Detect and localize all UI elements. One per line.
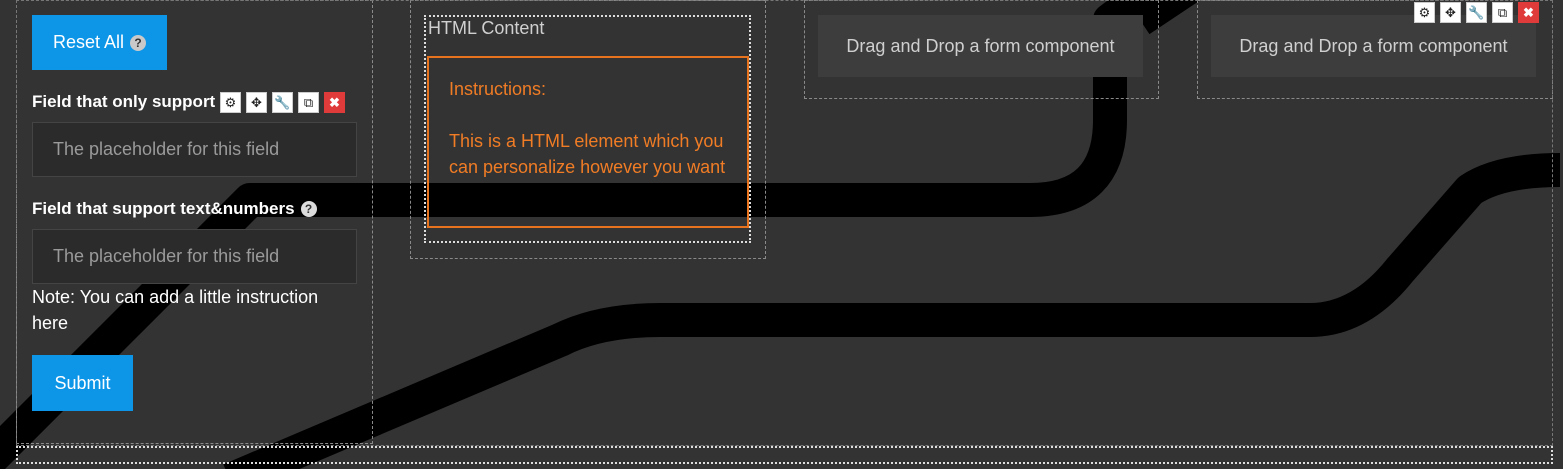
- wrench-icon[interactable]: 🔧: [1466, 2, 1487, 23]
- gear-icon[interactable]: ⚙: [220, 92, 241, 113]
- left-form: Reset All ? Field that only support ⚙ ✥ …: [0, 0, 400, 469]
- question-circle-icon[interactable]: ?: [300, 201, 317, 217]
- field2-label-text: Field that support text&numbers: [32, 199, 295, 218]
- gear-icon[interactable]: ⚙: [1414, 2, 1435, 23]
- reset-all-button[interactable]: Reset All ?: [32, 15, 167, 70]
- close-icon[interactable]: ✖: [324, 92, 345, 113]
- drop-zone-1[interactable]: Drag and Drop a form component: [818, 15, 1143, 77]
- wrench-icon[interactable]: 🔧: [272, 92, 293, 113]
- copy-icon[interactable]: ⧉: [298, 92, 319, 113]
- close-icon[interactable]: ✖: [1518, 2, 1539, 23]
- field1-input[interactable]: [32, 122, 357, 177]
- submit-button[interactable]: Submit: [32, 355, 133, 411]
- field2-note: Note: You can add a little instruction h…: [32, 287, 319, 333]
- drop-zone-2[interactable]: Drag and Drop a form component: [1211, 15, 1536, 77]
- reset-all-label: Reset All: [52, 32, 125, 52]
- copy-icon[interactable]: ⧉: [1492, 2, 1513, 23]
- field2-input[interactable]: [32, 229, 357, 284]
- question-circle-icon: ?: [130, 34, 147, 51]
- move-icon[interactable]: ✥: [1440, 2, 1461, 23]
- field1-toolbar: ⚙ ✥ 🔧 ⧉ ✖: [220, 92, 345, 113]
- instructions-title: Instructions:: [449, 79, 547, 99]
- instructions-body: This is a HTML element which you can per…: [449, 131, 726, 177]
- move-icon[interactable]: ✥: [246, 92, 267, 113]
- drop-zone-2-toolbar: ⚙ ✥ 🔧 ⧉ ✖: [1414, 2, 1539, 23]
- html-instructions-box: Instructions: This is a HTML element whi…: [427, 56, 749, 228]
- html-content-title: HTML Content: [428, 18, 545, 38]
- field1-label: Field that only support: [32, 92, 215, 112]
- field2-label: Field that support text&numbers ?: [32, 199, 317, 219]
- field1-label-text: Field that only support: [32, 92, 216, 111]
